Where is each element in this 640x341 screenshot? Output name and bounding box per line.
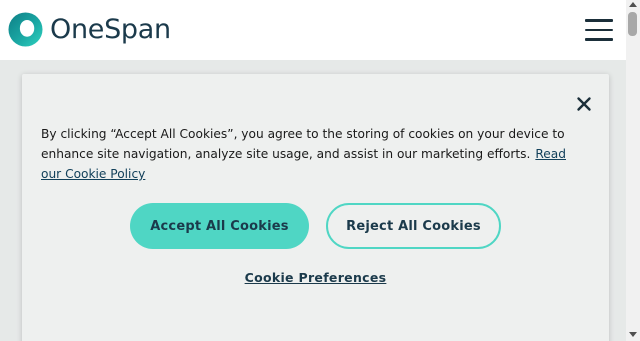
scroll-up-arrow-icon[interactable] [629, 2, 637, 7]
cookie-consent-dialog: By clicking “Accept All Cookies”, you ag… [22, 74, 609, 341]
logo-wordmark: OneSpan [50, 14, 171, 45]
onespan-ring-icon [8, 12, 43, 47]
cookie-preferences-row: Cookie Preferences [22, 270, 609, 285]
scrollbar-thumb[interactable] [628, 12, 637, 36]
hamburger-menu-icon[interactable] [585, 19, 613, 41]
menu-bar-middle [585, 28, 613, 31]
menu-bar-top [585, 19, 613, 22]
site-header: OneSpan [0, 0, 626, 60]
page-scrollbar[interactable] [626, 0, 640, 341]
cookie-message: By clicking “Accept All Cookies”, you ag… [41, 124, 581, 184]
onespan-logo[interactable]: OneSpan [8, 12, 171, 47]
page: OneSpan By clicking “Accept All Cookies”… [0, 0, 640, 341]
close-icon[interactable] [575, 95, 593, 113]
cookie-message-text: By clicking “Accept All Cookies”, you ag… [41, 127, 565, 161]
scroll-down-arrow-icon[interactable] [629, 332, 637, 337]
menu-bar-bottom [585, 38, 613, 41]
reject-all-cookies-button[interactable]: Reject All Cookies [326, 203, 501, 249]
cookie-preferences-link[interactable]: Cookie Preferences [245, 270, 387, 285]
accept-all-cookies-button[interactable]: Accept All Cookies [130, 203, 309, 249]
